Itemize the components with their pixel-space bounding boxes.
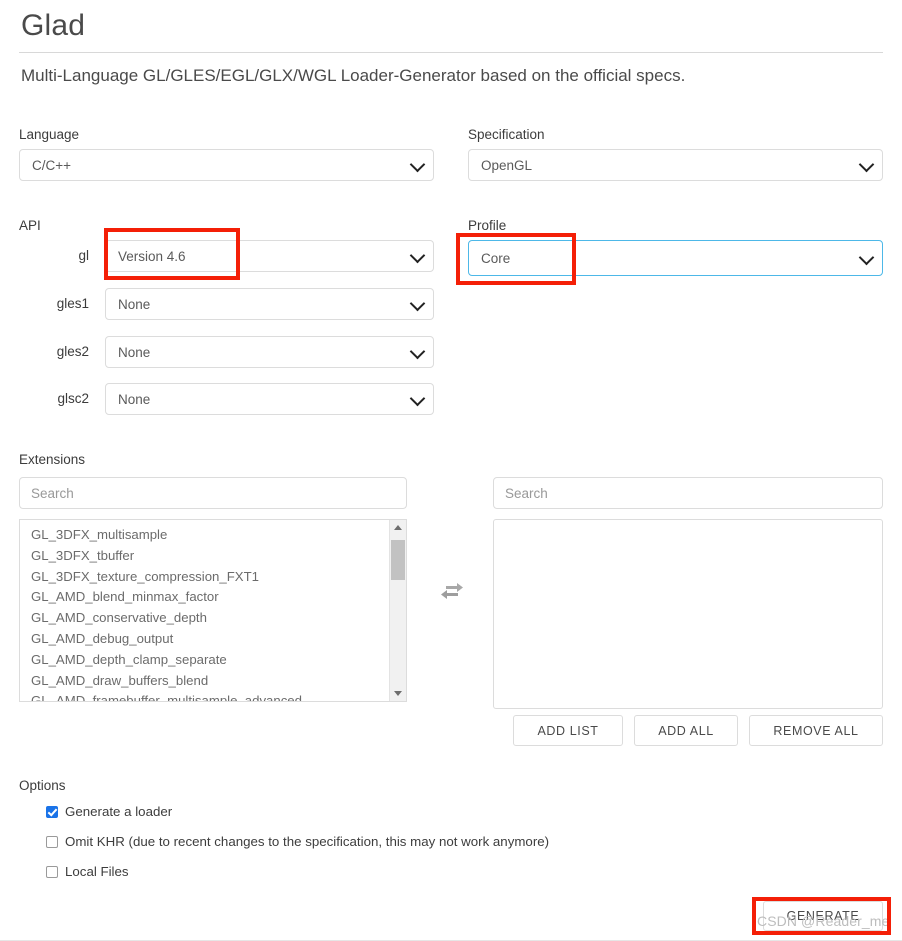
remove-all-button[interactable]: REMOVE ALL: [749, 715, 883, 746]
api-row-label: glsc2: [57, 391, 89, 406]
api-row-gles2: gles2 None: [19, 336, 434, 368]
extensions-label: Extensions: [19, 452, 86, 467]
list-item[interactable]: GL_AMD_conservative_depth: [20, 608, 406, 629]
api-select-value: None: [118, 391, 151, 407]
language-label: Language: [19, 127, 80, 142]
chevron-down-icon: [409, 295, 426, 312]
chevron-down-icon: [409, 156, 426, 173]
options-section: Options: [19, 778, 66, 800]
specification-group: Specification OpenGL: [468, 127, 883, 182]
api-row-label: gl: [78, 248, 89, 263]
option-label: Omit KHR (due to recent changes to the s…: [65, 834, 550, 849]
api-select-gles2[interactable]: None: [105, 336, 434, 368]
specification-label: Specification: [468, 127, 545, 142]
language-group: Language C/C++: [19, 127, 434, 182]
list-item[interactable]: GL_3DFX_texture_compression_FXT1: [20, 567, 406, 588]
api-select-value: None: [118, 344, 151, 360]
page-header: Glad Multi-Language GL/GLES/EGL/GLX/WGL …: [19, 0, 883, 88]
list-item[interactable]: GL_AMD_debug_output: [20, 629, 406, 650]
page-title: Glad: [21, 9, 86, 42]
list-item[interactable]: GL_AMD_depth_clamp_separate: [20, 650, 406, 671]
page-subtitle: Multi-Language GL/GLES/EGL/GLX/WGL Loade…: [21, 66, 686, 85]
checkbox-omit-khr[interactable]: [46, 835, 58, 848]
specification-select[interactable]: OpenGL: [468, 149, 883, 182]
scroll-down-icon[interactable]: [390, 686, 406, 701]
scroll-up-icon[interactable]: [390, 520, 406, 535]
chevron-down-icon: [858, 156, 875, 173]
option-generate-loader[interactable]: Generate a loader: [46, 804, 172, 819]
api-row-glsc2: glsc2 None: [19, 383, 434, 415]
api-row-gles1: gles1 None: [19, 288, 434, 320]
selected-extensions-list[interactable]: [493, 519, 883, 709]
option-label: Local Files: [65, 864, 129, 879]
profile-value: Core: [481, 250, 511, 266]
list-item[interactable]: GL_3DFX_tbuffer: [20, 546, 406, 567]
specification-value: OpenGL: [481, 157, 533, 173]
profile-group: Profile Core: [468, 218, 883, 276]
chevron-down-icon: [858, 249, 875, 266]
api-select-value: None: [118, 296, 151, 312]
language-select[interactable]: C/C++: [19, 149, 434, 182]
extensions-available-list[interactable]: GL_3DFX_multisample GL_3DFX_tbuffer GL_3…: [19, 519, 407, 702]
options-label: Options: [19, 778, 66, 793]
api-select-glsc2[interactable]: None: [105, 383, 434, 415]
checkbox-generate-loader[interactable]: [46, 805, 58, 818]
list-item[interactable]: GL_3DFX_multisample: [20, 525, 406, 546]
profile-label: Profile: [468, 218, 507, 233]
api-group: API gl Version 4.6 gles1 None gles2 None: [19, 218, 434, 418]
list-item[interactable]: GL_AMD_framebuffer_multisample_advanced: [20, 691, 406, 701]
csdn-watermark: CSDN @Reader_me: [757, 913, 890, 929]
api-select-gles1[interactable]: None: [105, 288, 434, 320]
swap-horizontal-icon[interactable]: [440, 580, 464, 602]
extensions-section: Extensions: [19, 452, 85, 474]
scrollbar-thumb[interactable]: [391, 540, 405, 580]
chevron-down-icon: [409, 343, 426, 360]
list-item[interactable]: GL_AMD_draw_buffers_blend: [20, 671, 406, 692]
chevron-down-icon: [409, 247, 426, 264]
option-label: Generate a loader: [65, 804, 173, 819]
option-local-files[interactable]: Local Files: [46, 864, 129, 879]
profile-select[interactable]: Core: [468, 240, 883, 276]
checkbox-local-files[interactable]: [46, 865, 58, 878]
option-omit-khr[interactable]: Omit KHR (due to recent changes to the s…: [46, 834, 549, 849]
api-select-gl[interactable]: Version 4.6: [105, 240, 434, 272]
api-row-gl: gl Version 4.6: [19, 240, 434, 272]
add-all-button[interactable]: ADD ALL: [634, 715, 738, 746]
extensions-button-group: ADD LIST ADD ALL REMOVE ALL: [493, 715, 883, 746]
extensions-search-input[interactable]: [19, 477, 407, 509]
api-row-label: gles1: [56, 296, 89, 311]
extensions-list-scrollbar[interactable]: [389, 520, 406, 701]
api-row-label: gles2: [56, 344, 89, 359]
glad-generator-page: Glad Multi-Language GL/GLES/EGL/GLX/WGL …: [0, 0, 902, 941]
api-label: API: [19, 218, 41, 233]
language-value: C/C++: [32, 157, 72, 173]
selected-extensions-search-input[interactable]: [493, 477, 883, 509]
list-item[interactable]: GL_AMD_blend_minmax_factor: [20, 587, 406, 608]
api-select-value: Version 4.6: [118, 248, 186, 264]
add-list-button[interactable]: ADD LIST: [513, 715, 623, 746]
chevron-down-icon: [409, 390, 426, 407]
